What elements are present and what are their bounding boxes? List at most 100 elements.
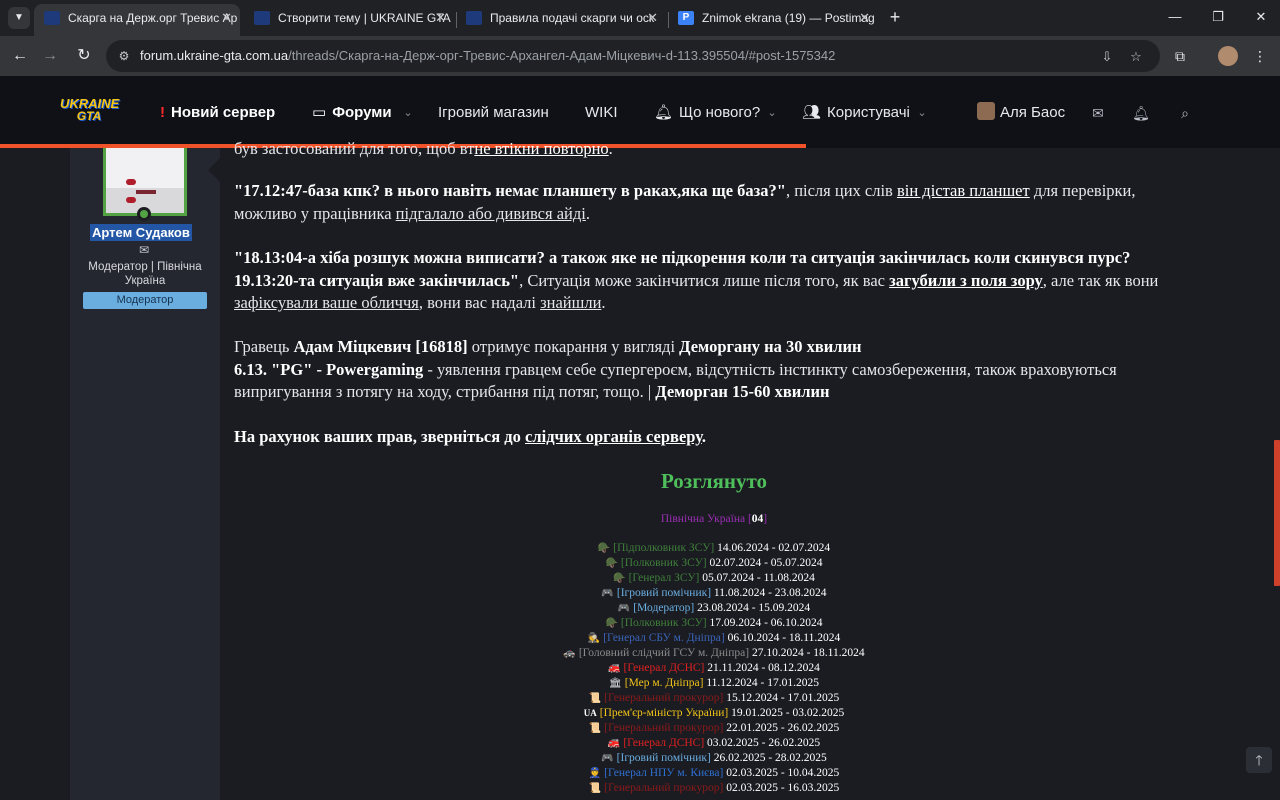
post-paragraph-3: Гравець Адам Міцкевич [16818] отримує по… xyxy=(234,336,1194,404)
postimages-favicon-icon: P xyxy=(678,11,694,25)
scroll-to-top-arrow-up-icon[interactable]: 🡑 xyxy=(1246,747,1272,773)
avatar-art-mouth xyxy=(136,190,156,194)
bold-text: . xyxy=(701,427,706,446)
new-tab-plus-icon[interactable]: + xyxy=(884,6,906,28)
history-dates: 27.10.2024 - 18.11.2024 xyxy=(749,647,865,659)
nav-forums[interactable]: ▭ Форуми xyxy=(312,102,392,124)
text: , вони вас надалі xyxy=(418,293,541,312)
post-link[interactable]: знайшли xyxy=(540,293,601,312)
tab-title: Скарга на Держ.орг Тревис Ар xyxy=(68,11,238,25)
role-emoji-icon: 🪖 xyxy=(605,618,618,629)
extensions-puzzle-icon[interactable]: ⧉ xyxy=(1168,44,1192,68)
nav-new-server[interactable]: ! Новий сервер xyxy=(160,102,275,124)
minimize-window-icon[interactable]: — xyxy=(1160,6,1190,28)
post-link[interactable]: слідчих органів серверу xyxy=(525,427,702,446)
page-scrollbar-thumb[interactable] xyxy=(1274,440,1280,586)
tab-search-chevron-down-icon[interactable]: ▼ xyxy=(8,7,30,29)
history-role: [Генерал ДСНС] xyxy=(623,662,705,674)
close-tab-icon[interactable]: ✕ xyxy=(859,4,870,32)
browser-tab[interactable]: Створити тему | UKRAINE GTA ✕ xyxy=(244,4,454,36)
forums-chevron-down-icon[interactable]: ⌄ xyxy=(402,102,414,124)
account-username: Аля Баос xyxy=(1000,104,1066,121)
close-tab-icon[interactable]: ✕ xyxy=(647,4,658,32)
text: , але так як вони xyxy=(1042,270,1159,290)
browser-menu-icon[interactable]: ⋮ xyxy=(1248,44,1272,68)
users-chevron-down-icon[interactable]: ⌄ xyxy=(916,102,928,124)
address-bar[interactable]: ⚙ forum.ukraine-gta.com.ua/threads/Скарг… xyxy=(106,40,1160,72)
account-menu[interactable]: Аля Баос xyxy=(977,102,1065,124)
text: . xyxy=(585,203,590,223)
nav-whats-new-label: Що нового? xyxy=(679,104,761,121)
bell-icon: 🔔︎ xyxy=(654,104,674,121)
user-avatar xyxy=(977,102,995,120)
nav-game-shop[interactable]: Ігровий магазин xyxy=(438,102,549,124)
post-link[interactable]: зафіксували ваше обличчя xyxy=(234,293,419,312)
browser-tab[interactable]: Правила подачі скарги чи оск ✕ xyxy=(456,4,666,36)
post-link[interactable]: загубили з поля зору xyxy=(889,271,1043,290)
history-dates: 17.09.2024 - 06.10.2024 xyxy=(706,617,823,629)
whats-new-chevron-down-icon[interactable]: ⌄ xyxy=(766,102,778,124)
site-logo[interactable]: UKRAINE GTA xyxy=(60,97,119,127)
tab-title: Створити тему | UKRAINE GTA xyxy=(278,11,451,25)
history-role: [Ігровий помічник] xyxy=(616,752,711,764)
reload-icon[interactable]: ↻ xyxy=(72,44,96,68)
back-arrow-icon[interactable]: ← xyxy=(8,44,32,68)
install-app-icon[interactable]: ⇩ xyxy=(1098,48,1116,66)
verdict-heading: Розглянуто xyxy=(661,469,767,493)
search-icon[interactable]: ⌕ xyxy=(1175,102,1195,124)
role-emoji-icon: 📜 xyxy=(588,693,602,704)
author-avatar[interactable] xyxy=(103,148,187,216)
author-username[interactable]: Артем Судаков xyxy=(90,224,192,241)
history-row: 📜 [Генеральний прокурор] 15.12.2024 - 17.… xyxy=(234,691,1194,706)
history-dates: 03.02.2025 - 26.02.2025 xyxy=(704,737,821,749)
nav-new-server-label: Новий сервер xyxy=(171,104,276,121)
forward-arrow-icon[interactable]: → xyxy=(38,44,62,68)
nav-whats-new[interactable]: 🔔︎ Що нового? xyxy=(654,102,760,124)
inbox-envelope-icon[interactable]: ✉ xyxy=(1088,102,1108,124)
bookmark-star-icon[interactable]: ☆ xyxy=(1127,48,1145,66)
history-role: [Генеральний прокурор] xyxy=(604,782,724,794)
history-role: [Прем'єр-міністр України] xyxy=(599,707,729,719)
logo-text-bottom: GTA xyxy=(76,109,102,123)
profile-avatar[interactable] xyxy=(1218,46,1238,66)
role-emoji-icon: 🎮 xyxy=(601,753,614,764)
post-link[interactable]: не втiкни повторно xyxy=(474,139,608,158)
maximize-window-icon[interactable]: ❐ xyxy=(1203,6,1233,28)
close-tab-icon[interactable]: ✕ xyxy=(435,4,446,32)
post-link[interactable]: він дістав планшет xyxy=(897,181,1030,200)
history-role: [Генеральний прокурор] xyxy=(604,722,724,734)
nav-wiki[interactable]: WIKI xyxy=(585,102,618,124)
site-settings-icon[interactable]: ⚙ xyxy=(116,48,132,64)
history-row: 🪖 [Генерал ЗСУ] 05.07.2024 - 11.08.2024 xyxy=(234,571,1194,586)
url-text[interactable]: forum.ukraine-gta.com.ua/threads/Скарга-… xyxy=(140,48,835,64)
moderator-badge: Модератор xyxy=(83,292,207,309)
role-emoji-icon: 👮 xyxy=(588,768,602,779)
avatar-art xyxy=(106,148,184,188)
url-host: forum.ukraine-gta.com.ua xyxy=(140,48,289,63)
history-dates: 02.07.2024 - 05.07.2024 xyxy=(706,557,823,569)
history-row: 🎮 [Ігровий помічник] 11.08.2024 - 23.08.2… xyxy=(234,586,1194,601)
alerts-bell-icon[interactable]: 🔔︎ xyxy=(1131,102,1151,124)
envelope-icon[interactable]: ✉ xyxy=(136,244,152,257)
text: . xyxy=(601,293,606,312)
history-role: [Генерал НПУ м. Києва] xyxy=(604,767,724,779)
close-tab-icon[interactable]: ✕ xyxy=(221,4,232,32)
tab-title: Znimok ekrana (19) — Postimag xyxy=(702,11,875,25)
role-emoji-icon: UA xyxy=(583,708,597,718)
history-role: [Полковник ЗСУ] xyxy=(620,617,707,629)
history-row: 🪖 [Полковник ЗСУ] 02.07.2024 - 05.07.2024 xyxy=(234,556,1194,571)
text: отримує покарання у вигляді xyxy=(467,337,680,356)
browser-tab-active[interactable]: Скарга на Держ.орг Тревис Ар ✕ xyxy=(34,4,240,36)
post-paragraph-2: "18.13:04-а хіба розшук можна виписати? … xyxy=(234,247,1194,315)
site-favicon-icon xyxy=(466,11,482,25)
bold-text: 6.13. "PG" - Powergaming xyxy=(234,359,424,379)
history-dates: 26.02.2025 - 28.02.2025 xyxy=(710,752,827,764)
nav-users[interactable]: 👥︎ Користувачі xyxy=(802,102,910,124)
post-link[interactable]: підгалало або дивився айді xyxy=(396,204,586,223)
exclamation-icon: ! xyxy=(160,104,165,121)
region-bracket: ] xyxy=(763,513,768,525)
role-emoji-icon: 🪖 xyxy=(613,573,626,584)
browser-tab[interactable]: P Znimok ekrana (19) — Postimag ✕ xyxy=(668,4,878,36)
close-window-icon[interactable]: ✕ xyxy=(1246,6,1276,28)
region-number: 04 xyxy=(751,513,764,525)
